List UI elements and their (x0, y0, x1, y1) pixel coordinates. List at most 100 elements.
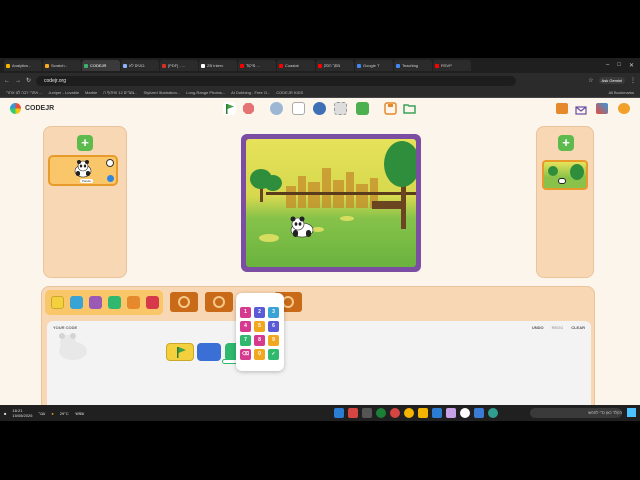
app-icon[interactable] (446, 408, 456, 418)
key-4[interactable]: 4 (240, 321, 251, 332)
key-2[interactable]: 2 (254, 307, 265, 318)
app-icon[interactable] (348, 408, 358, 418)
chrome-icon[interactable] (404, 408, 414, 418)
undo-button[interactable]: UNDO (532, 325, 544, 330)
bookmark-item[interactable]: AI Dubbing - Free O... (231, 90, 270, 95)
fullscreen-icon[interactable] (292, 102, 305, 115)
bookmark-item[interactable]: צעדים 12 שיתוף ה... (103, 90, 137, 95)
backdrop-icon[interactable] (356, 102, 369, 115)
key-backspace[interactable]: ⌫ (240, 349, 251, 360)
bookmark-item[interactable]: Marble (85, 90, 97, 95)
control-block[interactable] (170, 292, 198, 312)
edge-icon[interactable] (488, 408, 498, 418)
key-1[interactable]: 1 (240, 307, 251, 318)
app-icon[interactable] (362, 408, 372, 418)
browser-tab[interactable]: בוטים לא (121, 60, 159, 71)
edit-icon[interactable] (106, 159, 114, 167)
browser-tab[interactable]: Scratch - (43, 60, 81, 71)
code-area[interactable]: YOUR CODE UNDO REDO CLEAR (47, 321, 591, 405)
category-end[interactable] (146, 296, 159, 309)
ask-gemini-button[interactable]: Ask Gemini (598, 77, 625, 84)
mail-icon[interactable] (575, 103, 587, 115)
app-icon[interactable] (390, 408, 400, 418)
key-6[interactable]: 6 (268, 321, 279, 332)
cards-icon[interactable] (596, 103, 608, 114)
app-icon[interactable] (474, 408, 484, 418)
clear-button[interactable]: CLEAR (571, 325, 585, 330)
bookmark-item[interactable]: CODEJR KIDS (276, 90, 303, 95)
minimize-icon[interactable]: – (606, 62, 609, 69)
bookmark-item[interactable]: אתרי רבה לנו אתרי ... (6, 90, 42, 95)
gear-icon[interactable] (270, 102, 283, 115)
stage[interactable] (246, 139, 416, 267)
bookmark-item[interactable]: Juniper - Lovable (48, 90, 79, 95)
folder-icon[interactable] (403, 102, 416, 115)
clock[interactable]: 18:21 15/08/2026 (12, 408, 32, 418)
category-sound[interactable] (108, 296, 121, 309)
record-icon[interactable] (556, 103, 568, 114)
scene-thumbnail[interactable] (542, 160, 588, 190)
key-7[interactable]: 7 (240, 335, 251, 346)
windows-start-icon[interactable] (627, 408, 636, 417)
green-flag-icon[interactable] (223, 102, 236, 115)
sprite-card[interactable]: Panda (48, 155, 118, 186)
panda-sprite[interactable] (286, 215, 316, 239)
key-confirm[interactable]: ✓ (268, 349, 279, 360)
grid-icon[interactable] (334, 102, 347, 115)
app-icon[interactable] (460, 408, 470, 418)
key-9[interactable]: 9 (268, 335, 279, 346)
key-3[interactable]: 3 (268, 307, 279, 318)
browser-tab[interactable]: ZB Interv (199, 60, 237, 71)
reset-icon[interactable] (313, 102, 326, 115)
move-block[interactable] (197, 343, 221, 361)
bookmark-item[interactable]: Long-Range Photos... (186, 90, 225, 95)
maximize-icon[interactable]: □ (617, 62, 621, 69)
category-control[interactable] (127, 296, 140, 309)
redo-button[interactable]: REDO (552, 325, 564, 330)
sprite-info-icon[interactable] (107, 175, 114, 182)
taskbar-search[interactable]: הקלד כאן כדי לחפש (530, 408, 622, 418)
back-icon[interactable]: ← (4, 78, 10, 84)
browser-tab[interactable]: מסך הסק (316, 60, 354, 71)
app-icon[interactable] (432, 408, 442, 418)
language-indicator[interactable]: עבר (38, 411, 45, 416)
stop-icon (213, 296, 225, 308)
start-flag-block[interactable] (166, 343, 194, 361)
category-looks[interactable] (89, 296, 102, 309)
browser-tab[interactable]: Analytics - (4, 60, 42, 71)
browser-tab-active[interactable]: CODEJR (82, 60, 120, 71)
menu-icon[interactable]: ⋮ (630, 77, 636, 84)
key-5[interactable]: 5 (254, 321, 265, 332)
logo-text: CODEJR (25, 105, 55, 112)
stop-icon[interactable] (242, 102, 255, 115)
browser-tab[interactable]: Teaching (394, 60, 432, 71)
all-bookmarks-link[interactable]: All Bookmarks (608, 90, 640, 95)
settings-icon[interactable] (618, 103, 630, 114)
key-0[interactable]: 0 (254, 349, 265, 360)
key-8[interactable]: 8 (254, 335, 265, 346)
weather-icon[interactable]: ● (51, 411, 53, 416)
bookmark-item[interactable]: Stylized Illustration... (144, 90, 181, 95)
reload-icon[interactable]: ↻ (26, 77, 31, 84)
star-icon[interactable]: ☆ (588, 77, 593, 84)
notification-icon[interactable]: ■ (4, 411, 6, 416)
chrome-icon[interactable] (376, 408, 386, 418)
category-triggers[interactable] (51, 296, 64, 309)
browser-tab[interactable]: Coastal (277, 60, 315, 71)
browser-tab[interactable]: RSVP (433, 60, 471, 71)
add-scene-button[interactable]: + (558, 135, 574, 151)
building (356, 184, 368, 209)
forward-icon[interactable]: → (15, 78, 21, 84)
building (346, 172, 354, 209)
category-motion[interactable] (70, 296, 83, 309)
save-icon[interactable] (384, 102, 397, 115)
control-block[interactable] (205, 292, 233, 312)
browser-tab[interactable]: Google T (355, 60, 393, 71)
browser-tab[interactable]: מיקוד ... (238, 60, 276, 71)
url-input[interactable]: codejr.org (36, 75, 517, 86)
app-icon[interactable] (334, 408, 344, 418)
folder-icon[interactable] (418, 408, 428, 418)
add-sprite-button[interactable]: + (77, 135, 93, 151)
browser-tab[interactable]: [PDF] - ... (160, 60, 198, 71)
close-icon[interactable]: ✕ (629, 62, 634, 69)
